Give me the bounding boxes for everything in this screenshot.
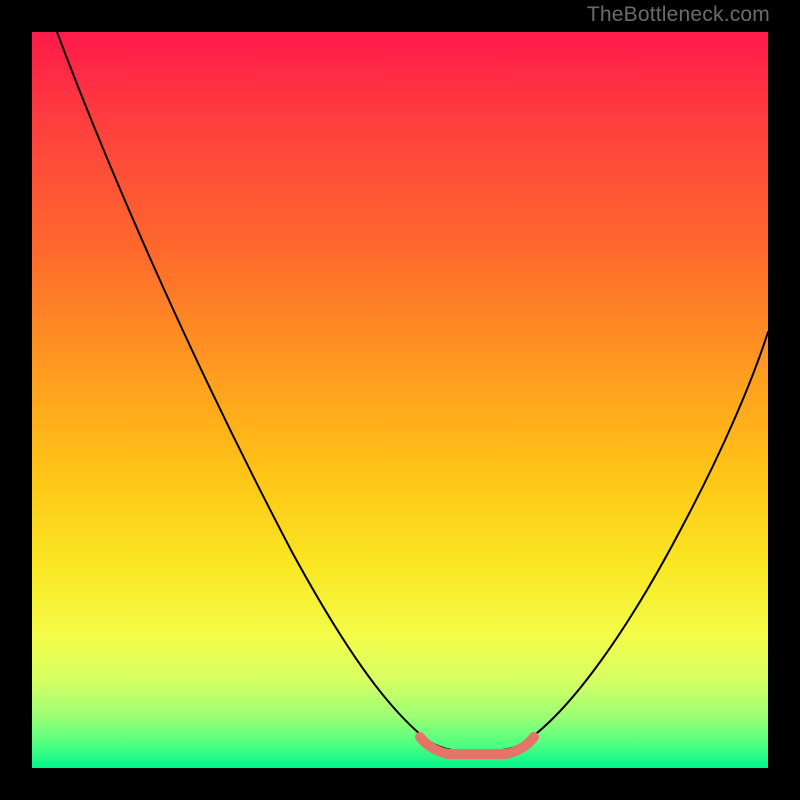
chart-frame: TheBottleneck.com (0, 0, 800, 800)
curve-layer (32, 32, 768, 768)
ideal-zone-highlight (420, 737, 534, 754)
plot-area (32, 32, 768, 768)
bottleneck-curve-left (57, 32, 452, 750)
watermark-label: TheBottleneck.com (587, 3, 770, 27)
bottleneck-curve-right (502, 332, 768, 750)
